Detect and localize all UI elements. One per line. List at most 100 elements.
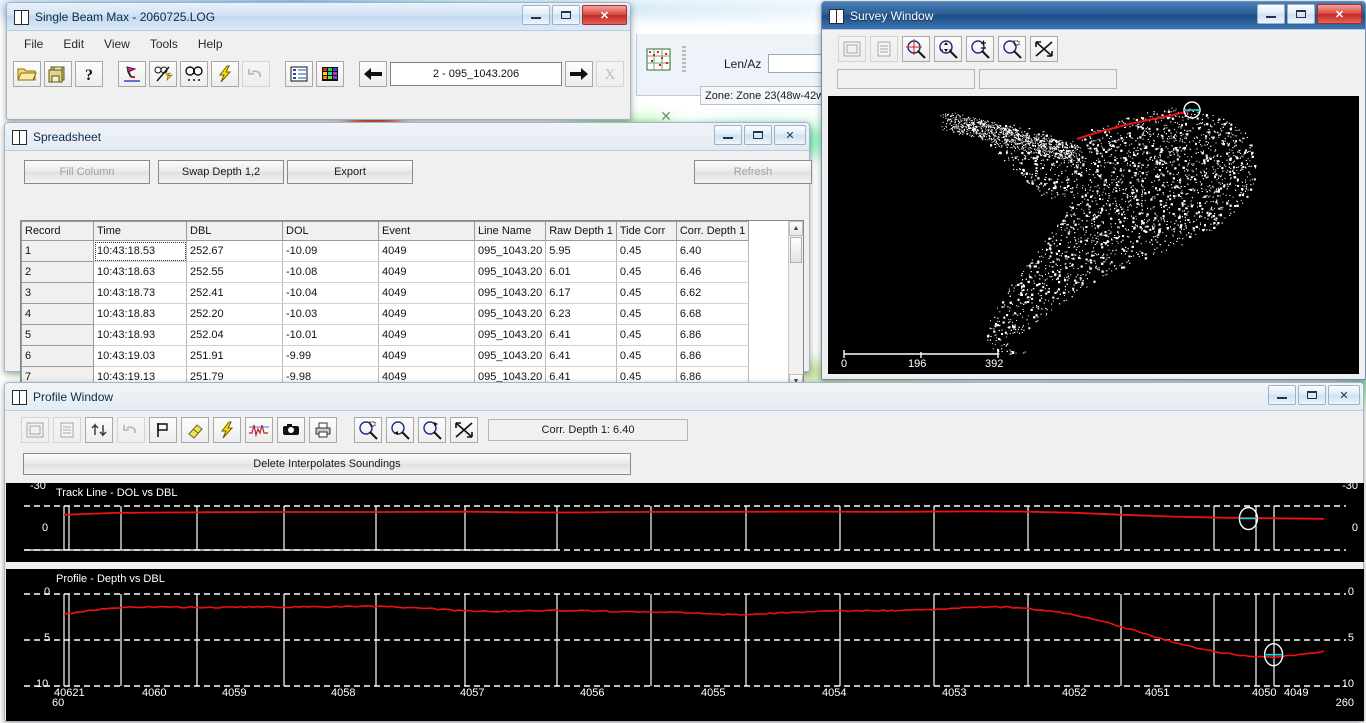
table-cell[interactable]: -10.03 (282, 303, 379, 325)
row-number-cell[interactable]: 2 (21, 261, 94, 283)
table-row[interactable]: 1 10:43:18.53 252.67 -10.09 4049 095_1043.20 5… (21, 240, 750, 262)
table-cell[interactable]: 095_1043.20 (473, 261, 547, 283)
row-number-cell[interactable]: 6 (21, 345, 94, 367)
table-cell[interactable]: 6.23 (545, 303, 617, 325)
table-row[interactable]: 4 10:43:18.83 252.20 -10.03 4049 095_1043.20 6… (21, 303, 750, 325)
table-cell[interactable]: 251.91 (186, 345, 283, 367)
table-cell[interactable]: 10:43:18.93 (93, 324, 187, 346)
print-icon-button[interactable] (309, 417, 337, 443)
maximize-button[interactable] (1298, 385, 1326, 405)
menu-tools[interactable]: Tools (141, 35, 187, 53)
table-cell[interactable]: 4049 (378, 240, 475, 262)
marker-tool-icon-button[interactable] (118, 61, 146, 87)
table-cell[interactable]: 6.01 (545, 261, 617, 283)
minimize-button[interactable] (522, 5, 550, 25)
table-cell[interactable]: 4049 (378, 324, 475, 346)
help-question-icon-button[interactable]: ? (75, 61, 103, 87)
close-button[interactable]: ✕ (1328, 385, 1360, 405)
waveform-icon-button[interactable] (245, 417, 273, 443)
column-header-corr-depth-1[interactable]: Corr. Depth 1 (675, 221, 750, 241)
list-view-icon-button[interactable] (285, 61, 313, 87)
line-name-field[interactable]: 2 - 095_1043.206 (390, 62, 562, 86)
table-row[interactable]: 6 10:43:19.03 251.91 -9.99 4049 095_1043.20 6.… (21, 345, 750, 367)
spreadsheet-vertical-scrollbar[interactable]: ▲ ▼ (788, 221, 803, 389)
delete-interpolates-button[interactable]: Delete Interpolates Soundings (23, 453, 631, 475)
fit-extent-icon-button[interactable] (450, 417, 478, 443)
minimize-button[interactable] (714, 125, 742, 145)
table-cell[interactable]: 6.46 (675, 261, 750, 283)
table-cell[interactable]: 0.45 (615, 324, 677, 346)
menu-help[interactable]: Help (189, 35, 232, 53)
table-cell[interactable]: 0.45 (615, 303, 677, 325)
table-cell[interactable]: -10.04 (282, 282, 379, 304)
lightning-icon-button[interactable] (213, 417, 241, 443)
table-cell[interactable]: 4049 (378, 303, 475, 325)
zoom-vertical-icon-button[interactable] (934, 36, 962, 62)
column-header-time[interactable]: Time (93, 221, 187, 241)
table-cell[interactable]: 095_1043.20 (473, 303, 547, 325)
table-row[interactable]: 2 10:43:18.63 252.55 -10.08 4049 095_1043.20 6… (21, 261, 750, 283)
table-cell[interactable]: 10:43:18.73 (93, 282, 187, 304)
lightning-icon-button[interactable] (211, 61, 239, 87)
table-cell[interactable]: 4049 (378, 345, 475, 367)
zoom-select-icon-button[interactable] (418, 417, 446, 443)
table-cell[interactable]: 0.45 (615, 345, 677, 367)
zoom-crosshair-icon-button[interactable] (902, 36, 930, 62)
scrollbar-thumb[interactable] (790, 237, 802, 263)
spreadsheet-grid[interactable]: Record Time DBL DOL Event Line Name Raw Depth … (20, 220, 804, 390)
export-button[interactable]: Export (287, 160, 413, 184)
table-cell[interactable]: 10:43:19.03 (93, 345, 187, 367)
table-cell[interactable]: 252.41 (186, 282, 283, 304)
table-cell[interactable]: 6.86 (675, 324, 750, 346)
column-header-event[interactable]: Event (378, 221, 475, 241)
zoom-box-icon-button[interactable] (998, 36, 1026, 62)
save-disk-icon-button[interactable] (44, 61, 72, 87)
eraser-icon-button[interactable] (181, 417, 209, 443)
table-cell[interactable]: -10.09 (282, 240, 379, 262)
table-cell[interactable]: 4049 (378, 282, 475, 304)
color-grid-icon-button[interactable] (316, 61, 344, 87)
table-cell[interactable]: 095_1043.20 (473, 324, 547, 346)
zoom-box-icon-button[interactable] (354, 417, 382, 443)
table-cell[interactable]: 4049 (378, 261, 475, 283)
table-cell[interactable]: 0.45 (615, 240, 677, 262)
table-cell[interactable]: 6.62 (675, 282, 750, 304)
fit-extent-icon-button[interactable] (1030, 36, 1058, 62)
row-number-cell[interactable]: 1 (21, 240, 94, 262)
menu-file[interactable]: File (15, 35, 52, 53)
table-cell[interactable]: 095_1043.20 (473, 345, 547, 367)
table-cell[interactable]: 252.67 (186, 240, 283, 262)
main-window-titlebar[interactable]: Single Beam Max - 2060725.LOG ✕ (7, 3, 630, 31)
scroll-up-arrow-icon[interactable]: ▲ (789, 221, 803, 236)
table-cell[interactable]: 095_1043.20 (473, 240, 547, 262)
arrow-left-icon-button[interactable] (359, 61, 387, 87)
table-cell[interactable]: 252.04 (186, 324, 283, 346)
arrow-right-icon-button[interactable] (565, 61, 593, 87)
binoculars-icon-button[interactable] (180, 61, 208, 87)
table-cell[interactable]: 10:43:18.53 (93, 240, 187, 262)
maximize-button[interactable] (552, 5, 580, 25)
table-cell[interactable]: 10:43:18.63 (93, 261, 187, 283)
close-button[interactable]: ✕ (1317, 4, 1362, 24)
swap-depth-button[interactable]: Swap Depth 1,2 (158, 160, 284, 184)
minimize-button[interactable] (1257, 4, 1285, 24)
table-cell[interactable]: -9.99 (282, 345, 379, 367)
close-button[interactable]: ✕ (774, 125, 806, 145)
track-line-plot[interactable]: Track Line - DOL vs DBL -30 0 -30 0 (6, 483, 1364, 562)
zoom-back-icon-button[interactable] (386, 417, 414, 443)
column-header-tide-corr[interactable]: Tide Corr (615, 221, 677, 241)
table-row[interactable]: 5 10:43:18.93 252.04 -10.01 4049 095_1043.20 6… (21, 324, 750, 346)
table-cell[interactable]: 252.55 (186, 261, 283, 283)
table-cell[interactable]: 10:43:18.83 (93, 303, 187, 325)
spreadsheet-titlebar[interactable]: Spreadsheet ✕ (5, 123, 809, 151)
menu-view[interactable]: View (95, 35, 139, 53)
close-button[interactable]: ✕ (582, 5, 627, 25)
table-row[interactable]: 3 10:43:18.73 252.41 -10.04 4049 095_1043.20 6… (21, 282, 750, 304)
table-cell[interactable]: 6.17 (545, 282, 617, 304)
camera-icon-button[interactable] (277, 417, 305, 443)
row-number-cell[interactable]: 4 (21, 303, 94, 325)
open-folder-icon-button[interactable] (13, 61, 41, 87)
column-header-record[interactable]: Record (21, 221, 94, 241)
column-header-dbl[interactable]: DBL (186, 221, 283, 241)
table-cell[interactable]: 6.68 (675, 303, 750, 325)
